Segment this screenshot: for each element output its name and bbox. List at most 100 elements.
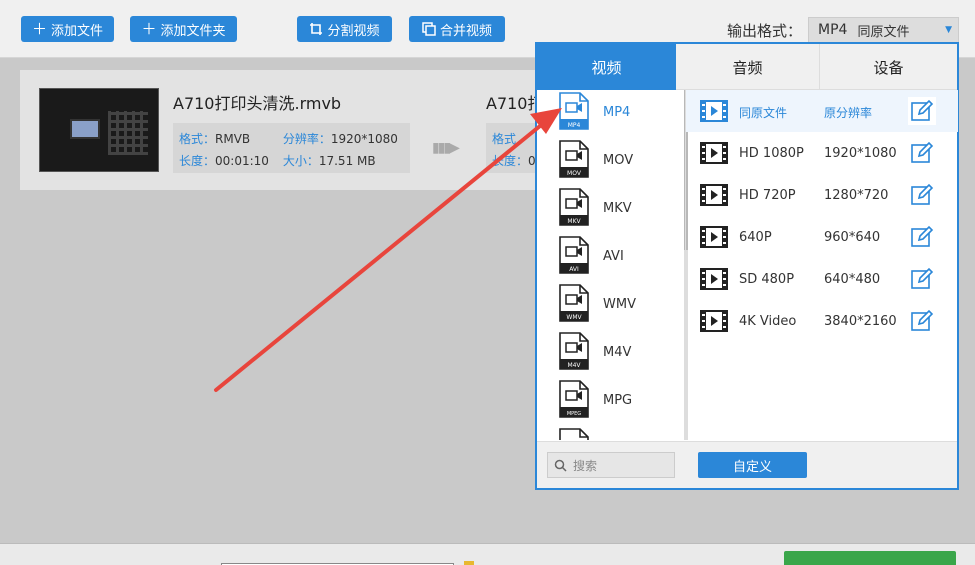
folder-icon[interactable]	[464, 561, 474, 565]
resolution-size: 640*480	[824, 272, 881, 287]
resolution-size: 960*640	[824, 230, 881, 245]
resolution-row-4k[interactable]: 4K Video 3840*2160	[686, 300, 958, 342]
format-item-mp4[interactable]: MP4 MP4	[537, 92, 683, 140]
resolution-name: 4K Video	[739, 314, 797, 329]
edit-icon[interactable]	[908, 265, 936, 293]
format-label-m4v: M4V	[603, 345, 632, 360]
svg-text:M4V: M4V	[567, 362, 581, 369]
format-popup-footer: 搜索 自定义	[537, 441, 957, 488]
resolution-name: 同原文件	[739, 106, 788, 120]
resolution-row-640p[interactable]: 640P 960*640	[686, 216, 958, 258]
format-item-m4v[interactable]: M4V M4V	[537, 332, 683, 380]
edit-icon[interactable]	[908, 307, 936, 335]
format-popup: 视频 音频 设备 MP4 MP4 MOV MOV MKV MKV AVI AVI…	[535, 42, 959, 490]
resolution-row-original[interactable]: 同原文件 原分辨率	[686, 90, 958, 132]
format-value: RMVB	[215, 132, 251, 146]
wmv-file-icon: WMV	[559, 284, 589, 322]
file-icon	[559, 428, 589, 440]
resolution-name: SD 480P	[739, 272, 795, 287]
format-item-avi[interactable]: AVI AVI	[537, 236, 683, 284]
film-icon	[700, 226, 728, 248]
edit-icon[interactable]	[908, 97, 936, 125]
add-folder-button[interactable]: ＋ 添加文件夹	[130, 16, 237, 42]
edit-icon[interactable]	[908, 223, 936, 251]
format-label-mp4: MP4	[603, 105, 631, 120]
search-placeholder: 搜索	[573, 458, 598, 473]
resolution-row-720p[interactable]: HD 720P 1280*720	[686, 174, 958, 216]
custom-button[interactable]: 自定义	[698, 452, 807, 478]
mpg-file-icon: MPEG	[559, 380, 589, 418]
svg-text:MKV: MKV	[567, 218, 581, 225]
crop-icon	[310, 23, 323, 35]
svg-text:AVI: AVI	[569, 266, 579, 273]
m4v-file-icon: M4V	[559, 332, 589, 370]
edit-icon[interactable]	[908, 181, 936, 209]
split-video-button[interactable]: 分割视频	[297, 16, 392, 42]
output-quality-value: 同原文件	[857, 24, 910, 40]
size-value: 17.51 MB	[318, 154, 376, 168]
film-icon	[700, 142, 728, 164]
output-format-value: MP4	[818, 22, 848, 38]
format-list: MP4 MP4 MOV MOV MKV MKV AVI AVI WMV WMV …	[537, 90, 683, 440]
plus-icon: ＋	[31, 19, 47, 38]
resolution-size: 原分辨率	[824, 106, 873, 120]
format-item-mov[interactable]: MOV MOV	[537, 140, 683, 188]
add-file-label: 添加文件	[51, 23, 104, 39]
resolution-key: 分辨率：	[282, 132, 331, 146]
output-format-select[interactable]: MP4 同原文件 ▼	[808, 17, 959, 43]
tab-device[interactable]: 设备	[820, 44, 957, 90]
format-search-input[interactable]: 搜索	[547, 452, 675, 478]
convert-arrow-icon: ▮▮▮▶	[432, 140, 460, 156]
format-label-wmv: WMV	[603, 297, 636, 312]
merge-video-button[interactable]: 合并视频	[409, 16, 505, 42]
svg-text:MPEG: MPEG	[567, 411, 581, 417]
resolution-row-1080p[interactable]: HD 1080P 1920*1080	[686, 132, 958, 174]
format-item-mpg[interactable]: MPEG MPG	[537, 380, 683, 428]
resolution-size: 3840*2160	[824, 314, 897, 329]
resolution-size: 1280*720	[824, 188, 889, 203]
merge-video-label: 合并视频	[439, 23, 492, 39]
svg-text:MOV: MOV	[567, 170, 582, 177]
film-icon	[700, 310, 728, 332]
duration-key: 长度：	[179, 154, 216, 168]
film-icon	[700, 100, 728, 122]
source-file-name: A710打印头清洗.rmvb	[173, 94, 342, 113]
resolution-row-480p[interactable]: SD 480P 640*480	[686, 258, 958, 300]
start-convert-button[interactable]	[784, 551, 956, 565]
svg-text:MP4: MP4	[568, 122, 581, 129]
split-video-label: 分割视频	[327, 23, 380, 39]
output-format-label: 输出格式：	[727, 22, 803, 40]
search-icon	[554, 459, 567, 472]
resolution-name: HD 720P	[739, 188, 796, 203]
film-icon	[700, 268, 728, 290]
add-file-button[interactable]: ＋ 添加文件	[21, 16, 114, 42]
tab-video[interactable]: 视频	[537, 44, 676, 90]
duration-value: 00:01:10	[215, 154, 269, 168]
edit-icon[interactable]	[908, 139, 936, 167]
source-file-info: 格式：RMVB 分辨率：1920*1080 长度：00:01:10 大小：17.…	[173, 123, 410, 173]
output-duration-key: 长度：	[492, 154, 529, 168]
size-key: 大小：	[282, 154, 319, 168]
mov-file-icon: MOV	[559, 140, 589, 178]
format-label-mpg: MPG	[603, 393, 633, 408]
svg-text:WMV: WMV	[566, 314, 582, 321]
resolution-value: 1920*1080	[330, 132, 398, 146]
format-item-wmv[interactable]: WMV WMV	[537, 284, 683, 332]
merge-icon	[422, 22, 436, 36]
avi-file-icon: AVI	[559, 236, 589, 274]
format-key: 格式：	[179, 132, 216, 146]
output-format-key: 格式	[492, 132, 517, 146]
file-row[interactable]: A710打印头清洗.rmvb 格式：RMVB 分辨率：1920*1080 长度：…	[20, 70, 580, 190]
add-folder-label: 添加文件夹	[160, 23, 226, 39]
film-icon	[700, 184, 728, 206]
format-label-mkv: MKV	[603, 201, 632, 216]
format-label-avi: AVI	[603, 249, 624, 264]
tab-audio[interactable]: 音频	[676, 44, 820, 90]
resolution-size: 1920*1080	[824, 146, 897, 161]
resolution-list: 同原文件 原分辨率 HD 1080P 1920*1080 HD 720P 128…	[685, 90, 958, 440]
video-thumbnail	[39, 88, 159, 172]
dropdown-arrow-icon: ▼	[945, 25, 952, 35]
resolution-name: HD 1080P	[739, 146, 804, 161]
format-item-mkv[interactable]: MKV MKV	[537, 188, 683, 236]
format-item-partial[interactable]	[537, 428, 683, 440]
